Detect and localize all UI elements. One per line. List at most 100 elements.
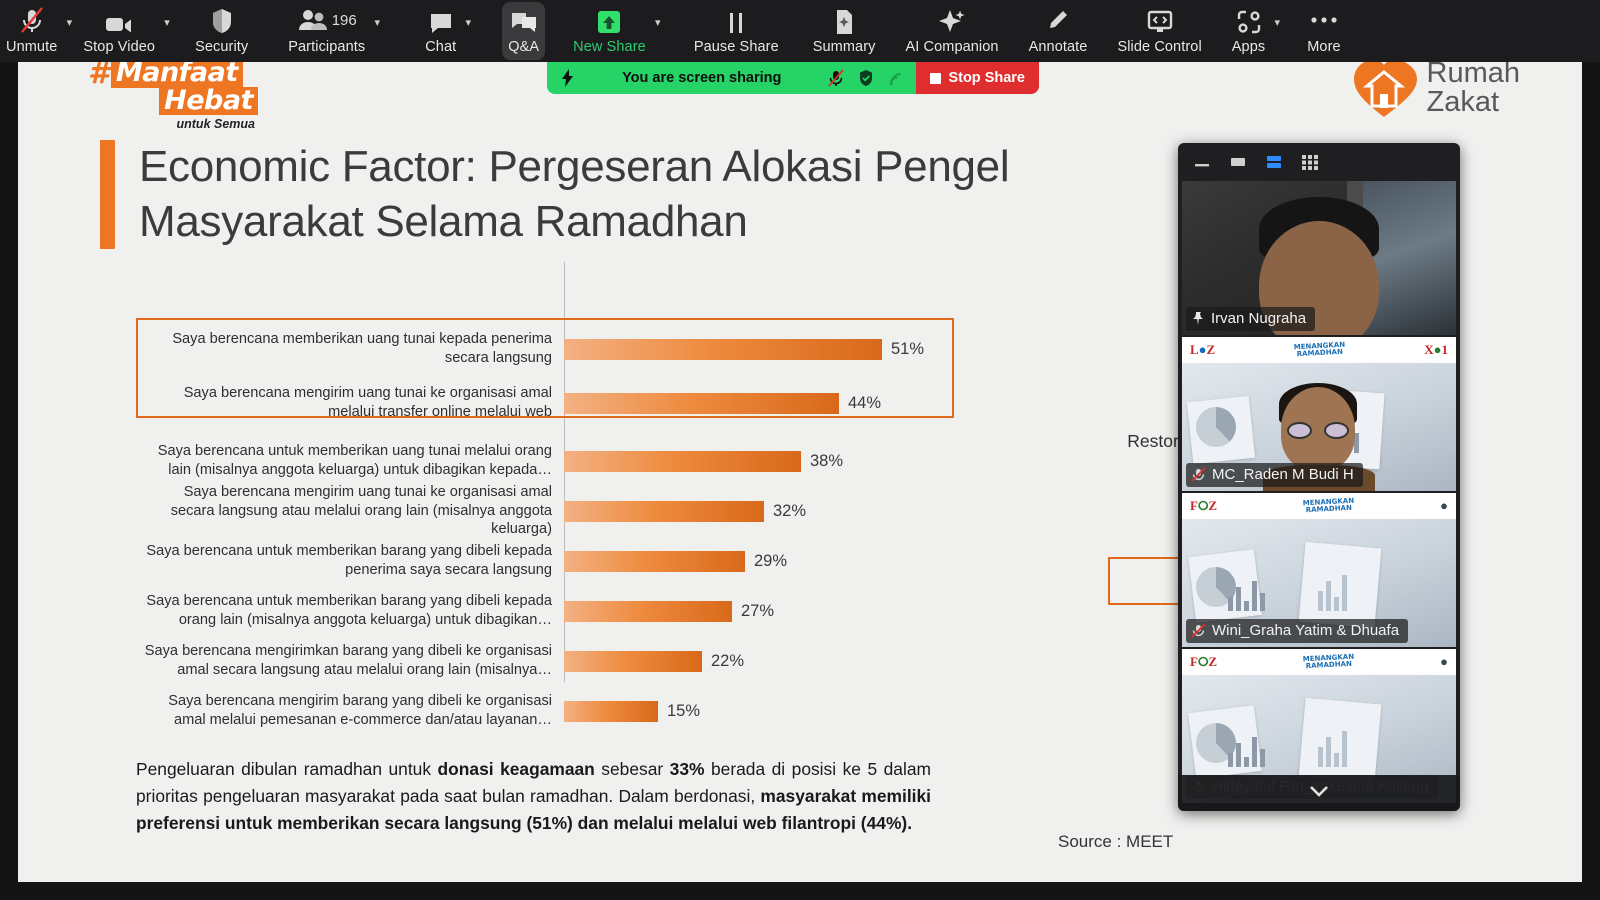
qa-bubbles-icon (510, 5, 538, 35)
chart-bar (564, 600, 732, 622)
chart-bar (564, 500, 764, 522)
page-title: Economic Factor: Pergeseran Alokasi Peng… (100, 140, 1010, 250)
new-share-button[interactable]: New Share (567, 2, 652, 60)
rumah-zakat-wordmark: Rumah Zakat (1427, 62, 1521, 117)
participant-name: Wini_Graha Yatim & Dhuafa (1212, 622, 1400, 639)
participant-tile[interactable]: F⭘Z MENANGKAN RAMADHAN ● (1182, 493, 1456, 647)
toolbar-group-unmute: Unmute ▾ (0, 2, 77, 60)
summary-paragraph: Pengeluaran dibulan ramadhan untuk donas… (136, 756, 931, 837)
video-options-chevron-down-icon[interactable]: ▾ (159, 2, 175, 32)
ai-summary-doc-icon (833, 5, 855, 35)
participants-count: 196 (331, 11, 357, 29)
annotate-button[interactable]: Annotate (1023, 2, 1094, 60)
rz-line-2: Zakat (1426, 86, 1500, 118)
chart-row: Saya berencana untuk memberikan uang tun… (136, 436, 954, 486)
chart-bar (564, 650, 702, 672)
video-filmstrip-panel: Irvan Nugraha L●Z MENANGKANRAMADHAN X●1 (1178, 143, 1460, 811)
mic-muted-icon (19, 5, 45, 35)
para-part-1: Pengeluaran dibulan ramadhan untuk (136, 759, 438, 779)
annotate-label: Annotate (1028, 39, 1088, 55)
sparkle-icon (938, 5, 966, 35)
chart-row: Saya berencana memberikan uang tunai kep… (136, 320, 954, 378)
pin-icon (1191, 311, 1205, 326)
apps-icon (1236, 5, 1262, 35)
para-part-2: sebesar (594, 759, 670, 779)
title-accent-bar (100, 140, 115, 250)
rz-line-1: Rumah (1426, 62, 1521, 89)
chart-category-label: Saya berencana mengirim uang tunai ke or… (170, 484, 552, 538)
chat-label: Chat (425, 39, 457, 55)
stop-square-icon (930, 72, 942, 84)
bolt-icon (557, 68, 577, 88)
single-view-icon[interactable] (1228, 152, 1248, 172)
mic-muted-icon (1191, 467, 1206, 482)
toolbar-group-chat: Chat ▾ (419, 2, 476, 60)
shield-check-icon[interactable] (856, 68, 876, 88)
stop-video-button[interactable]: Stop Video (77, 2, 161, 60)
participant-tile[interactable]: Irvan Nugraha (1182, 181, 1456, 335)
shield-icon (210, 5, 234, 35)
chat-options-chevron-down-icon[interactable]: ▾ (460, 2, 476, 32)
stop-share-button[interactable]: Stop Share (916, 62, 1039, 94)
chevron-down-icon (1306, 783, 1332, 804)
toolbar-group-participants: 196 Participants ▾ (282, 2, 385, 60)
security-button[interactable]: Security (189, 2, 254, 60)
pencil-icon (1046, 5, 1070, 35)
more-label: More (1307, 39, 1341, 55)
chart-bar (564, 700, 658, 722)
chart-value-label: 15% (667, 701, 701, 720)
qa-button[interactable]: Q&A (502, 2, 546, 60)
slide-control-button[interactable]: Slide Control (1111, 2, 1207, 60)
mic-muted-icon[interactable] (826, 68, 846, 88)
participant-tile[interactable]: L●Z MENANGKAN RAMADHAN X●1 MC_Raden M Bu… (1182, 337, 1456, 491)
expand-filmstrip-button[interactable] (1178, 775, 1460, 811)
unmute-button[interactable]: Unmute (0, 2, 63, 60)
chart-row: Saya berencana untuk memberikan barang y… (136, 586, 954, 636)
qa-label: Q&A (508, 39, 540, 55)
chart-bar (564, 550, 745, 572)
manfaat-hebat-logo: # Manfaat Hebat untuk Semua (88, 62, 258, 131)
chart-row: Saya berencana untuk memberikan barang y… (136, 536, 954, 586)
toolbar-group-apps: Apps ▾ (1226, 2, 1285, 60)
apps-button[interactable]: Apps (1226, 2, 1271, 60)
new-share-options-chevron-down-icon[interactable]: ▾ (650, 2, 666, 32)
chart-category-label: Saya berencana mengirim uang tunai ke or… (183, 385, 552, 420)
participants-button[interactable]: 196 Participants (282, 2, 371, 60)
chart-category-label: Saya berencana mengirim barang yang dibe… (168, 693, 552, 728)
more-button[interactable]: More (1301, 2, 1346, 60)
security-label: Security (195, 39, 249, 55)
ellipsis-icon (1309, 5, 1339, 35)
sharing-status-green: You are screen sharing (547, 62, 917, 94)
audio-options-chevron-down-icon[interactable]: ▾ (61, 2, 77, 32)
network-signal-icon[interactable] (886, 68, 906, 88)
rumah-zakat-logo: Rumah Zakat (1351, 62, 1521, 118)
gallery-grid-icon[interactable] (1300, 152, 1320, 172)
pause-share-label: Pause Share (693, 39, 779, 55)
slide-control-label: Slide Control (1117, 39, 1202, 55)
apps-options-chevron-down-icon[interactable]: ▾ (1269, 2, 1285, 32)
minimize-icon[interactable] (1192, 152, 1212, 172)
chat-button[interactable]: Chat (419, 2, 462, 60)
slide-control-icon (1146, 5, 1174, 35)
chart-row: Saya berencana mengirimkan barang yang d… (136, 636, 954, 686)
strip-view-icon[interactable] (1264, 152, 1284, 172)
participant-name: Irvan Nugraha (1211, 310, 1307, 327)
toolbar-group-new-share: New Share ▾ (567, 2, 666, 60)
ai-companion-button[interactable]: AI Companion (900, 2, 1005, 60)
chart-value-label: 51% (891, 339, 925, 358)
chart-category-label: Saya berencana memberikan uang tunai kep… (172, 331, 552, 366)
pause-share-button[interactable]: Pause Share (688, 2, 785, 60)
chart-category-label: Saya berencana untuk memberikan barang y… (146, 543, 552, 578)
mic-muted-icon (1191, 623, 1206, 638)
participants-label: Participants (288, 39, 366, 55)
chart-bar (564, 392, 839, 414)
participant-name: MC_Raden M Budi H (1212, 466, 1354, 483)
ai-companion-label: AI Companion (905, 39, 999, 55)
title-line-2: Masyarakat Selama Ramadhan (139, 196, 748, 246)
video-camera-icon (104, 5, 134, 35)
participant-name-badge: MC_Raden M Budi H (1186, 463, 1363, 487)
summary-button[interactable]: Summary (807, 2, 882, 60)
chart-row: Saya berencana mengirim uang tunai ke or… (136, 378, 954, 428)
chart-row: Saya berencana mengirim barang yang dibe… (136, 686, 954, 736)
participants-options-chevron-down-icon[interactable]: ▾ (369, 2, 385, 32)
